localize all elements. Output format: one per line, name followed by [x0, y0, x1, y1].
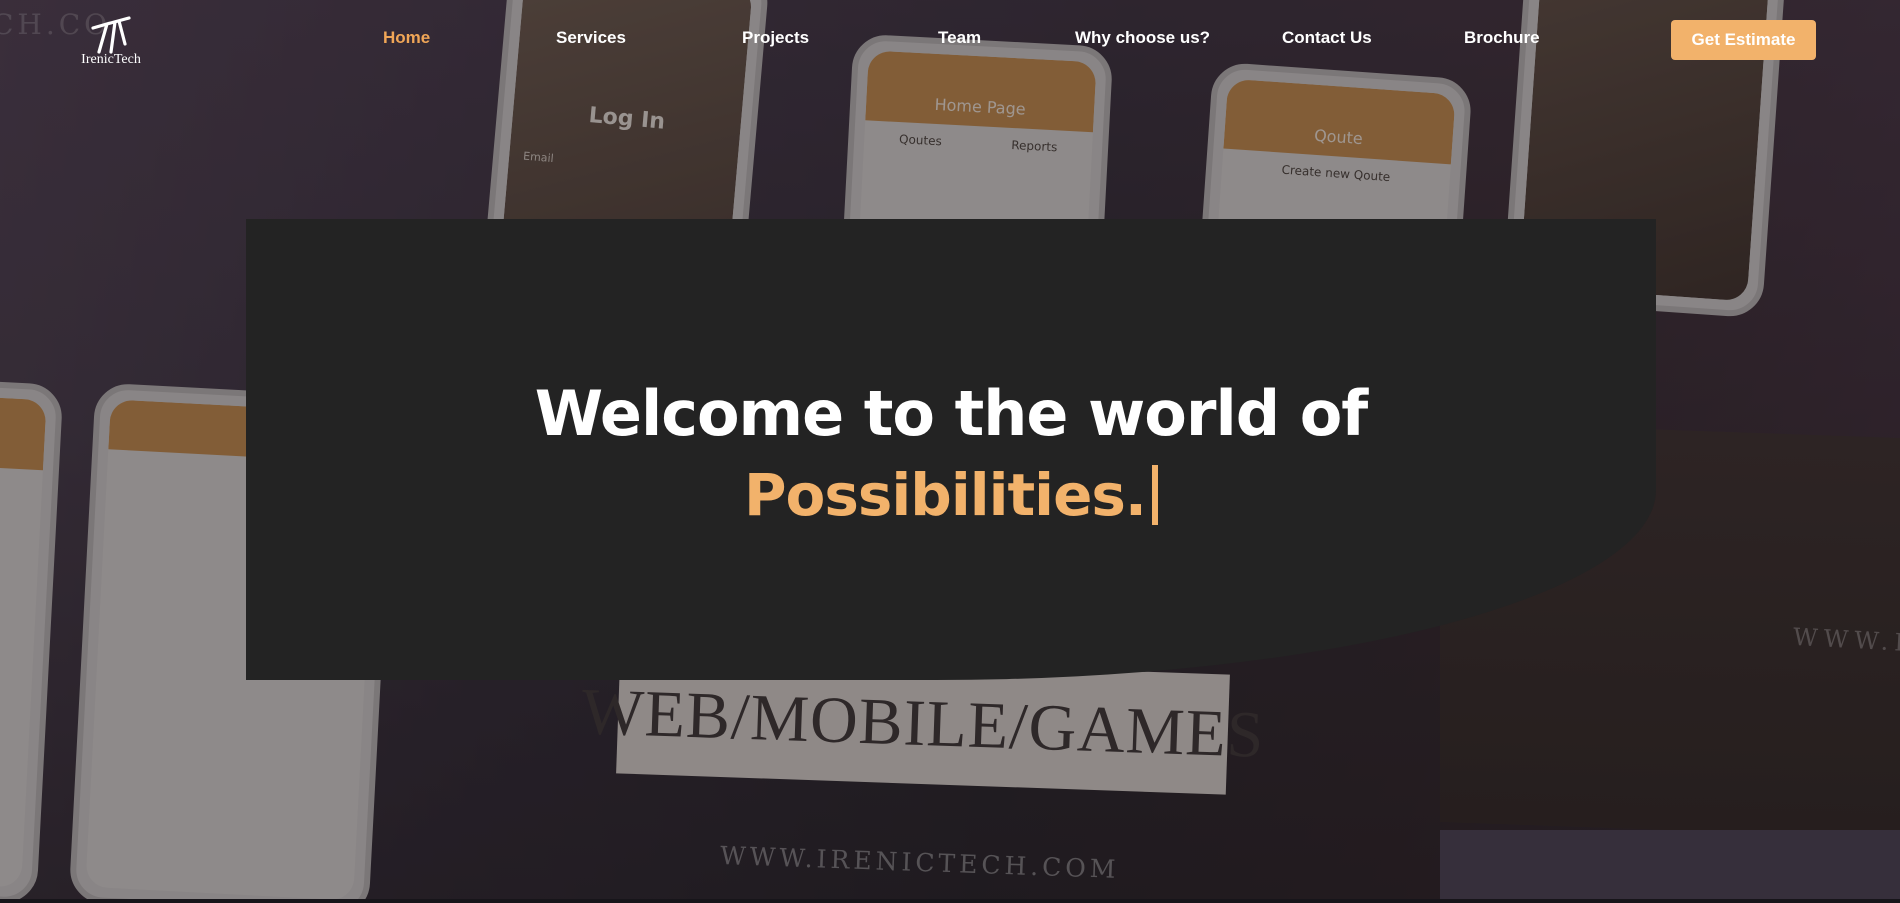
logo-icon [91, 16, 131, 54]
nav-why-choose-us[interactable]: Why choose us? [1075, 28, 1210, 48]
hero-headline: Welcome to the world of [534, 377, 1369, 450]
welcome-card: Welcome to the world of Possibilities. [246, 219, 1656, 680]
nav-team[interactable]: Team [938, 28, 981, 48]
nav-home[interactable]: Home [383, 28, 430, 48]
bottom-divider [0, 899, 1900, 903]
nav-projects[interactable]: Projects [742, 28, 809, 48]
nav-services[interactable]: Services [556, 28, 626, 48]
nav-contact-us[interactable]: Contact Us [1282, 28, 1372, 48]
logo[interactable]: IrenicTech [76, 14, 146, 68]
logo-text: IrenicTech [81, 52, 141, 67]
hero-highlight-line: Possibilities. [246, 454, 1656, 536]
nav-brochure[interactable]: Brochure [1464, 28, 1540, 48]
navbar: IrenicTech Home Services Projects Team W… [0, 0, 1900, 90]
hero-highlight: Possibilities. [744, 461, 1147, 529]
typing-cursor [1151, 465, 1158, 525]
get-estimate-button[interactable]: Get Estimate [1671, 20, 1816, 60]
